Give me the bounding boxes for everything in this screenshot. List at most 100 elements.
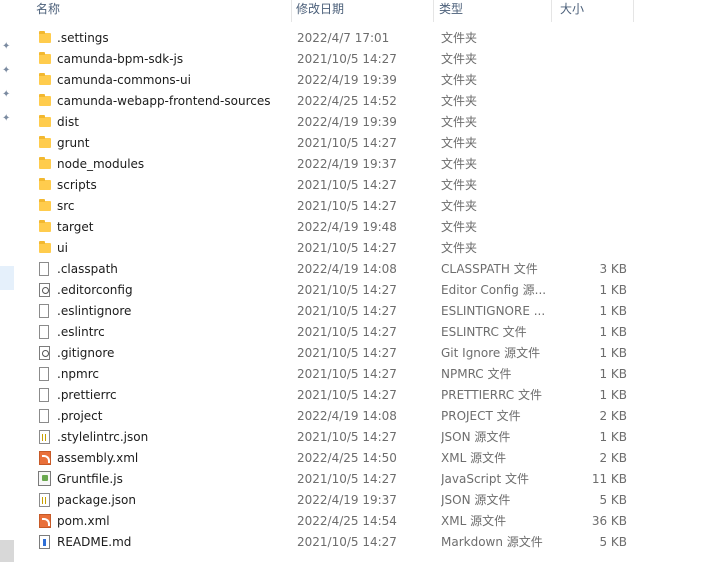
file-modified-date: 2021/10/5 14:27 bbox=[297, 241, 397, 255]
folder-icon bbox=[36, 49, 52, 70]
pin-icon[interactable]: ✦ bbox=[2, 42, 12, 52]
file-row[interactable]: .npmrc 2021/10/5 14:27 NPMRC 文件 1 KB bbox=[16, 364, 636, 385]
file-type: 文件夹 bbox=[441, 199, 478, 213]
config-file-icon bbox=[36, 280, 52, 301]
file-row[interactable]: grunt 2021/10/5 14:27 文件夹 bbox=[16, 133, 636, 154]
file-name: Gruntfile.js bbox=[57, 472, 123, 486]
file-row[interactable]: dist 2022/4/19 19:39 文件夹 bbox=[16, 112, 636, 133]
pin-icon[interactable]: ✦ bbox=[2, 114, 12, 124]
xml-file-icon bbox=[36, 448, 52, 469]
file-row[interactable]: assembly.xml 2022/4/25 14:50 XML 源文件 2 KB bbox=[16, 448, 636, 469]
file-icon bbox=[36, 364, 52, 385]
file-row[interactable]: camunda-bpm-sdk-js 2021/10/5 14:27 文件夹 bbox=[16, 49, 636, 70]
file-row[interactable]: .eslintrc 2021/10/5 14:27 ESLINTRC 文件 1 KB bbox=[16, 322, 636, 343]
file-row[interactable]: camunda-commons-ui 2022/4/19 19:39 文件夹 bbox=[16, 70, 636, 91]
column-header-name[interactable]: 名称 bbox=[16, 0, 292, 22]
file-icon bbox=[36, 322, 52, 343]
file-type: NPMRC 文件 bbox=[441, 367, 512, 381]
file-row[interactable]: .editorconfig 2021/10/5 14:27 Editor Confi… bbox=[16, 280, 636, 301]
file-row[interactable]: scripts 2021/10/5 14:27 文件夹 bbox=[16, 175, 636, 196]
file-size: 36 KB bbox=[591, 514, 627, 528]
file-type: XML 源文件 bbox=[441, 514, 507, 528]
file-size bbox=[556, 49, 627, 70]
pin-icon[interactable]: ✦ bbox=[2, 66, 12, 76]
file-name: package.json bbox=[57, 493, 137, 507]
file-row[interactable]: README.md 2021/10/5 14:27 Markdown 源文件 5 KB bbox=[16, 532, 636, 553]
file-modified-date: 2022/4/25 14:50 bbox=[297, 451, 397, 465]
folder-icon bbox=[36, 133, 52, 154]
file-name: node_modules bbox=[57, 157, 145, 171]
file-type: CLASSPATH 文件 bbox=[441, 262, 538, 276]
folder-icon bbox=[36, 154, 52, 175]
file-type: ESLINTIGNORE ... bbox=[441, 304, 546, 318]
file-name: .editorconfig bbox=[57, 283, 133, 297]
file-size bbox=[556, 196, 627, 217]
folder-icon bbox=[36, 91, 52, 112]
file-row[interactable]: package.json 2022/4/19 19:37 JSON 源文件 5 KB bbox=[16, 490, 636, 511]
file-row[interactable]: node_modules 2022/4/19 19:37 文件夹 bbox=[16, 154, 636, 175]
file-type: PRETTIERRC 文件 bbox=[441, 388, 542, 402]
file-type: 文件夹 bbox=[441, 241, 478, 255]
column-header-row: 名称 修改日期 类型 大小 bbox=[16, 0, 636, 22]
file-row[interactable]: .project 2022/4/19 14:08 PROJECT 文件 2 KB bbox=[16, 406, 636, 427]
file-size: 1 KB bbox=[599, 388, 627, 402]
file-size bbox=[556, 154, 627, 175]
config-file-icon bbox=[36, 343, 52, 364]
file-size: 2 KB bbox=[599, 451, 627, 465]
file-modified-date: 2021/10/5 14:27 bbox=[297, 325, 397, 339]
navigation-scroll-area[interactable] bbox=[0, 540, 14, 562]
file-modified-date: 2021/10/5 14:27 bbox=[297, 535, 397, 549]
json-file-icon bbox=[36, 490, 52, 511]
file-modified-date: 2021/10/5 14:27 bbox=[297, 388, 397, 402]
file-size: 5 KB bbox=[599, 493, 627, 507]
file-size: 1 KB bbox=[599, 346, 627, 360]
folder-icon bbox=[36, 28, 52, 49]
javascript-file-icon bbox=[36, 469, 52, 490]
column-header-type[interactable]: 类型 bbox=[434, 0, 552, 22]
file-type: 文件夹 bbox=[441, 94, 478, 108]
file-row[interactable]: pom.xml 2022/4/25 14:54 XML 源文件 36 KB bbox=[16, 511, 636, 532]
navigation-pane-edge: ✦ ✦ ✦ ✦ bbox=[0, 0, 16, 584]
file-name: camunda-bpm-sdk-js bbox=[57, 52, 184, 66]
navigation-selected-item[interactable] bbox=[0, 266, 14, 290]
file-type: Git Ignore 源文件 bbox=[441, 346, 541, 360]
file-name: dist bbox=[57, 115, 79, 129]
file-type: PROJECT 文件 bbox=[441, 409, 521, 423]
file-type: JSON 源文件 bbox=[441, 430, 511, 444]
file-row[interactable]: .prettierrc 2021/10/5 14:27 PRETTIERRC 文件 1… bbox=[16, 385, 636, 406]
file-row[interactable]: .classpath 2022/4/19 14:08 CLASSPATH 文件 3 K… bbox=[16, 259, 636, 280]
pin-icon[interactable]: ✦ bbox=[2, 90, 12, 100]
file-row[interactable]: ui 2021/10/5 14:27 文件夹 bbox=[16, 238, 636, 259]
file-type: JSON 源文件 bbox=[441, 493, 511, 507]
file-row[interactable]: camunda-webapp-frontend-sources 2022/4/25… bbox=[16, 91, 636, 112]
file-type: 文件夹 bbox=[441, 115, 478, 129]
file-row[interactable]: Gruntfile.js 2021/10/5 14:27 JavaScript 文件… bbox=[16, 469, 636, 490]
file-name: grunt bbox=[57, 136, 90, 150]
folder-icon bbox=[36, 196, 52, 217]
file-name: .stylelintrc.json bbox=[57, 430, 149, 444]
file-row[interactable]: .settings 2022/4/7 17:01 文件夹 bbox=[16, 28, 636, 49]
file-row[interactable]: src 2021/10/5 14:27 文件夹 bbox=[16, 196, 636, 217]
file-name: .gitignore bbox=[57, 346, 115, 360]
file-size: 1 KB bbox=[599, 283, 627, 297]
file-size: 2 KB bbox=[599, 409, 627, 423]
file-row[interactable]: .gitignore 2021/10/5 14:27 Git Ignore 源文件 1… bbox=[16, 343, 636, 364]
file-type: 文件夹 bbox=[441, 157, 478, 171]
file-name: .eslintrc bbox=[57, 325, 105, 339]
file-row[interactable]: target 2022/4/19 19:48 文件夹 bbox=[16, 217, 636, 238]
file-size: 5 KB bbox=[599, 535, 627, 549]
json-file-icon bbox=[36, 427, 52, 448]
file-modified-date: 2021/10/5 14:27 bbox=[297, 367, 397, 381]
file-size: 3 KB bbox=[599, 262, 627, 276]
file-size bbox=[556, 133, 627, 154]
file-type: 文件夹 bbox=[441, 52, 478, 66]
file-modified-date: 2021/10/5 14:27 bbox=[297, 430, 397, 444]
column-header-size[interactable]: 大小 bbox=[552, 0, 634, 22]
file-row[interactable]: .stylelintrc.json 2021/10/5 14:27 JSON 源文件… bbox=[16, 427, 636, 448]
file-row[interactable]: .eslintignore 2021/10/5 14:27 ESLINTIGNORE… bbox=[16, 301, 636, 322]
file-modified-date: 2021/10/5 14:27 bbox=[297, 52, 397, 66]
column-header-date[interactable]: 修改日期 bbox=[292, 0, 434, 22]
file-size bbox=[556, 175, 627, 196]
file-name: pom.xml bbox=[57, 514, 110, 528]
file-modified-date: 2021/10/5 14:27 bbox=[297, 178, 397, 192]
